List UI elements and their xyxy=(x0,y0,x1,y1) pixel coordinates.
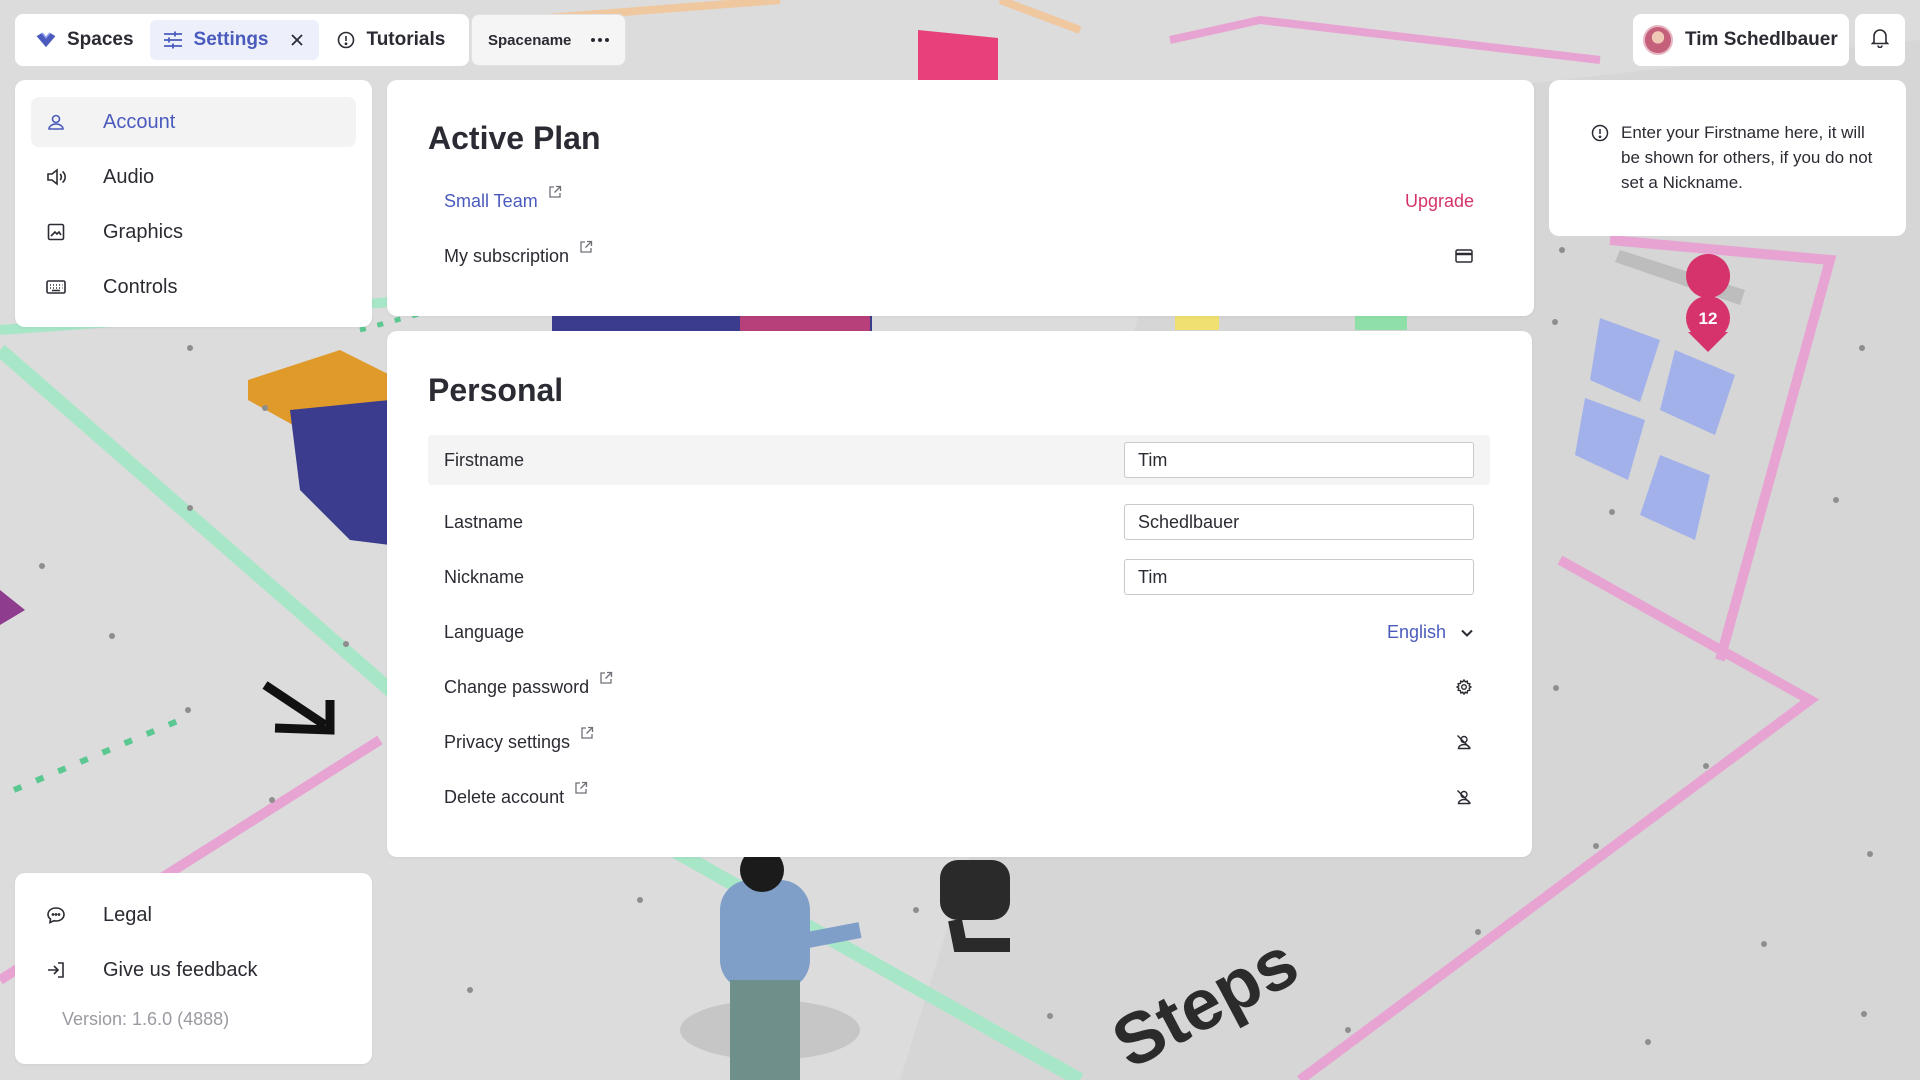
plan-row: Small Team Upgrade xyxy=(428,176,1490,226)
subscription-label: My subscription xyxy=(444,245,570,266)
sidebar-item-label: Audio xyxy=(103,165,155,188)
lastname-label: Lastname xyxy=(444,511,524,532)
active-plan-title: Active Plan xyxy=(428,120,601,156)
personal-title: Personal xyxy=(428,372,564,408)
sidebar-footer: Legal Give us feedback Version: 1.6.0 (4… xyxy=(15,873,372,1064)
sidebar-item-graphics[interactable]: Graphics xyxy=(31,207,356,257)
subscription-row[interactable]: My subscription xyxy=(428,231,1490,281)
delete-account-row[interactable]: Delete account xyxy=(428,772,1490,822)
sidebar-item-account[interactable]: Account xyxy=(31,97,356,147)
bell-icon xyxy=(1870,28,1890,53)
tab-tutorials-label: Tutorials xyxy=(366,29,446,50)
tab-spaces[interactable]: Spaces xyxy=(23,20,146,60)
plan-name-link[interactable]: Small Team xyxy=(444,191,538,212)
tab-tutorials[interactable]: Tutorials xyxy=(323,20,458,60)
sidebar-item-label: Graphics xyxy=(103,220,184,243)
firstname-row: Firstname xyxy=(428,435,1490,485)
space-name: Spacename xyxy=(488,31,572,49)
more-options-icon[interactable] xyxy=(591,38,610,42)
hint-text: Enter your Firstname here, it will be sh… xyxy=(1621,123,1873,192)
keyboard-icon xyxy=(45,276,67,298)
sidebar-item-audio[interactable]: Audio xyxy=(31,152,356,202)
external-link-icon xyxy=(599,669,613,684)
lastname-row: Lastname xyxy=(428,497,1490,547)
user-profile-button[interactable]: Tim Schedlbauer xyxy=(1633,14,1849,66)
external-link-icon xyxy=(579,238,593,253)
firstname-label: Firstname xyxy=(444,449,525,470)
gear-icon[interactable] xyxy=(1454,677,1474,697)
external-link-icon xyxy=(574,779,588,794)
user-off-icon[interactable] xyxy=(1454,732,1474,752)
firstname-hint: Enter your Firstname here, it will be sh… xyxy=(1549,80,1906,236)
language-select[interactable]: English xyxy=(1387,622,1474,643)
nickname-row: Nickname xyxy=(428,552,1490,602)
legal-link[interactable]: Legal xyxy=(31,890,356,940)
chevron-down-icon xyxy=(1460,622,1474,643)
language-row: Language English xyxy=(428,607,1490,657)
language-label: Language xyxy=(444,621,525,642)
sidebar-item-controls[interactable]: Controls xyxy=(31,262,356,312)
info-circle-icon xyxy=(335,29,357,51)
feedback-label: Give us feedback xyxy=(103,958,258,981)
logo-icon xyxy=(35,29,57,51)
lastname-field[interactable] xyxy=(1124,504,1474,540)
close-icon[interactable] xyxy=(287,30,307,50)
sliders-icon xyxy=(162,29,184,51)
space-tab[interactable]: Spacename xyxy=(471,14,627,66)
user-icon xyxy=(45,111,67,133)
change-password-row[interactable]: Change password xyxy=(428,662,1490,712)
feedback-link[interactable]: Give us feedback xyxy=(31,945,356,995)
external-link-icon xyxy=(580,724,594,739)
delete-account-label: Delete account xyxy=(444,786,565,807)
speaker-icon xyxy=(45,166,67,188)
avatar xyxy=(1643,25,1673,55)
firstname-field[interactable] xyxy=(1124,442,1474,478)
info-circle-icon xyxy=(1591,124,1609,142)
nickname-label: Nickname xyxy=(444,566,525,587)
credit-card-icon[interactable] xyxy=(1454,246,1474,266)
tab-settings[interactable]: Settings xyxy=(149,20,319,60)
login-icon xyxy=(45,959,67,981)
top-nav-bar: Spaces Settings Tutorials xyxy=(15,14,470,66)
language-value: English xyxy=(1386,621,1446,642)
external-link-icon xyxy=(548,183,562,198)
tab-settings-label: Settings xyxy=(193,29,269,50)
pin-badge-count: 12 xyxy=(1699,309,1718,328)
image-icon xyxy=(45,221,67,243)
tab-spaces-label: Spaces xyxy=(67,29,134,50)
notifications-button[interactable] xyxy=(1855,14,1905,66)
sidebar-item-label: Controls xyxy=(103,275,178,298)
user-off-icon[interactable] xyxy=(1454,787,1474,807)
legal-label: Legal xyxy=(103,903,152,926)
user-name: Tim Schedlbauer xyxy=(1685,29,1838,50)
chat-bubble-icon xyxy=(45,904,67,926)
nickname-field[interactable] xyxy=(1124,559,1474,595)
upgrade-button[interactable]: Upgrade xyxy=(1405,191,1474,212)
version-text: Version: 1.6.0 (4888) xyxy=(62,1009,230,1029)
privacy-row[interactable]: Privacy settings xyxy=(428,717,1490,767)
settings-sidebar: Account Audio Graphics Controls xyxy=(15,80,372,327)
change-password-label: Change password xyxy=(444,676,590,697)
privacy-label: Privacy settings xyxy=(444,731,571,752)
sidebar-item-label: Account xyxy=(103,110,176,133)
